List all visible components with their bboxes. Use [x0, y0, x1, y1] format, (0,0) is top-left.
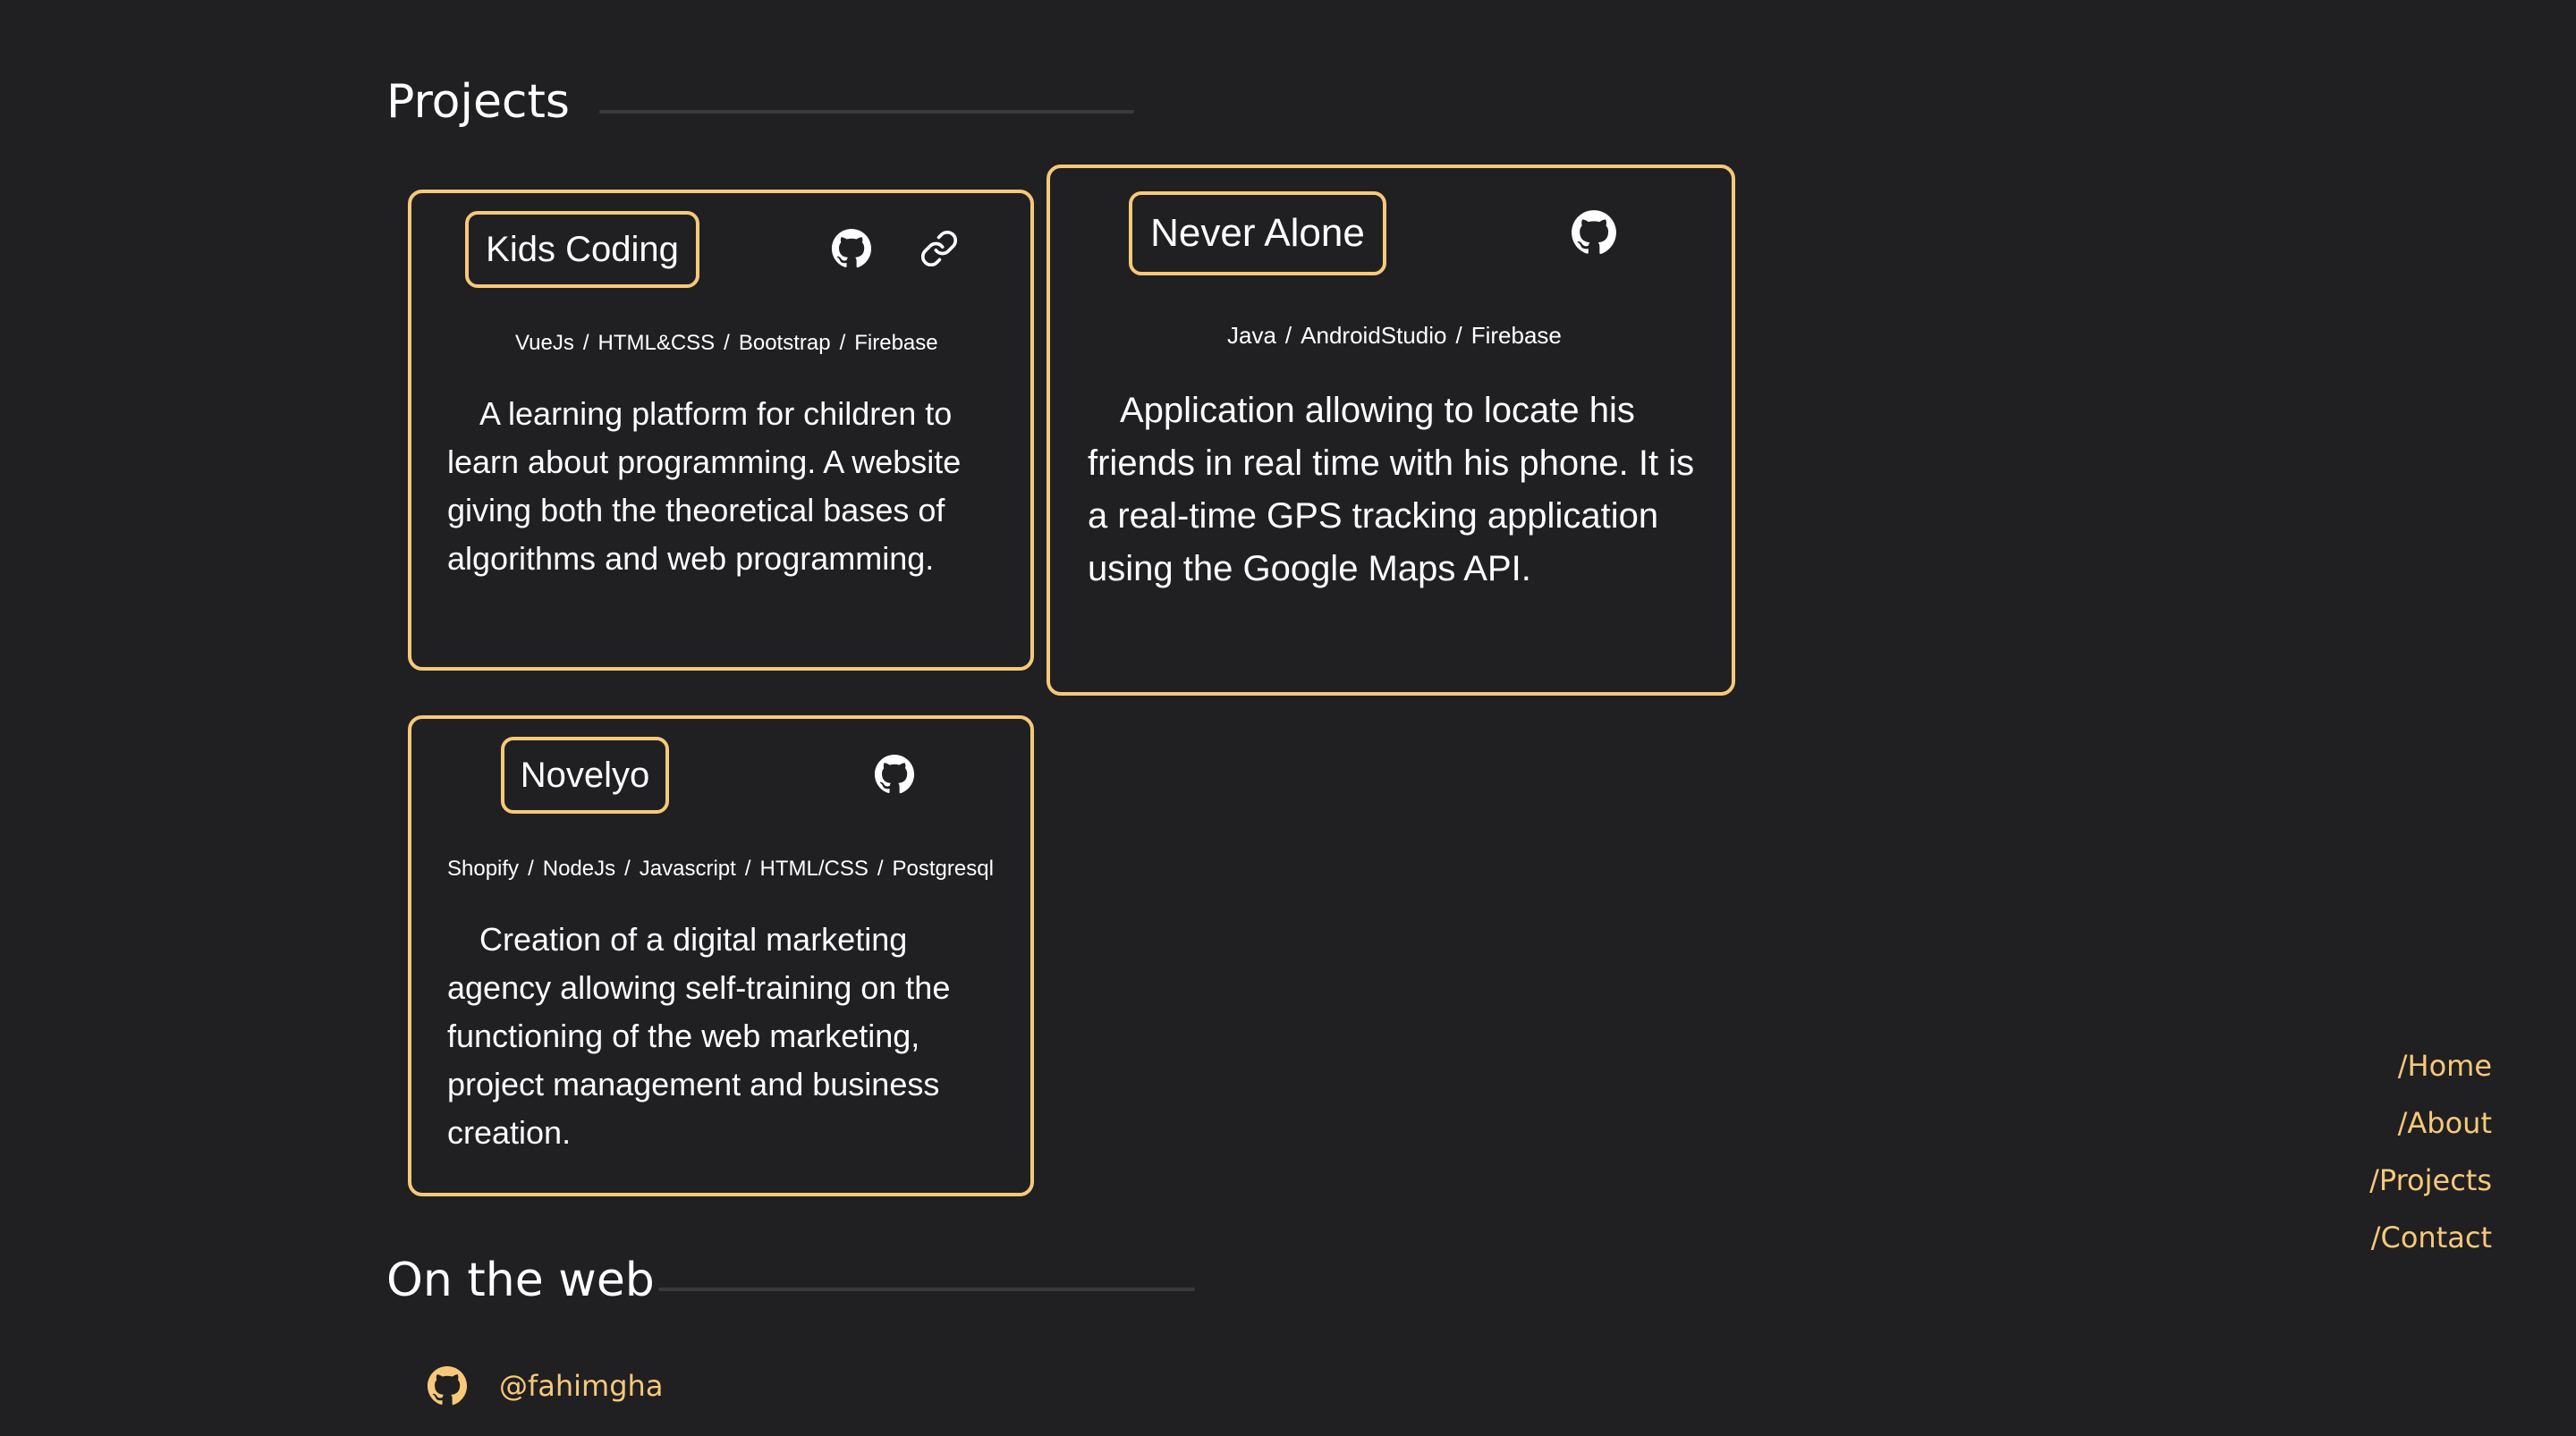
nav-link-home[interactable]: /Home [2398, 1037, 2492, 1094]
tech-separator: / [724, 331, 730, 355]
tech-tag: Shopify [447, 857, 520, 881]
tech-tag: Bootstrap [738, 331, 831, 355]
tech-separator: / [1284, 322, 1292, 349]
github-handle-link[interactable]: @fahimgha [499, 1369, 663, 1403]
project-description: A learning platform for children to lear… [447, 395, 962, 577]
nav-link-projects[interactable]: /Projects [2369, 1152, 2492, 1209]
tech-tag: AndroidStudio [1301, 322, 1447, 349]
project-title-never-alone[interactable]: Never Alone [1129, 191, 1386, 275]
project-card-never-alone: Never Alone Java / AndroidStudio / Fireb… [1046, 165, 1735, 696]
github-icon[interactable] [1569, 207, 1619, 258]
tech-tag: NodeJs [542, 857, 616, 881]
project-description: Application allowing to locate his frien… [1088, 391, 1695, 588]
github-icon[interactable] [830, 227, 873, 270]
tech-separator: / [839, 331, 846, 355]
project-card-kids-coding: Kids Coding VueJs / HTML&CSS / Bootstrap… [408, 190, 1034, 671]
tech-tag: Firebase [854, 331, 938, 355]
project-title-kids-coding[interactable]: Kids Coding [465, 211, 699, 288]
nav-link-about[interactable]: /About [2398, 1094, 2492, 1152]
tech-separator: / [744, 857, 751, 881]
tech-tag: Firebase [1470, 322, 1562, 349]
project-tech-list: Shopify / NodeJs / Javascript / HTML/CSS… [447, 857, 994, 882]
tech-separator: / [1455, 322, 1462, 349]
tech-separator: / [877, 857, 884, 881]
side-navigation: /Home /About /Projects /Contact [2369, 1037, 2492, 1266]
projects-heading: Projects [386, 75, 571, 129]
project-tech-list: Java / AndroidStudio / Firebase [1227, 322, 1562, 350]
tech-tag: Java [1227, 322, 1276, 349]
tech-separator: / [582, 331, 589, 355]
tech-tag: HTML&CSS [597, 331, 716, 355]
project-tech-list: VueJs / HTML&CSS / Bootstrap / Firebase [515, 331, 938, 356]
github-icon[interactable] [873, 753, 916, 796]
tech-separator: / [528, 857, 534, 881]
on-the-web-heading-rule [658, 1288, 1195, 1291]
projects-heading-rule [599, 110, 1134, 114]
project-description: Creation of a digital marketing agency a… [447, 921, 951, 1151]
tech-tag: VueJs [515, 331, 574, 355]
tech-tag: Javascript [639, 857, 736, 881]
tech-tag: HTML/CSS [759, 857, 869, 881]
github-icon [426, 1364, 469, 1407]
project-title-novelyo[interactable]: Novelyo [501, 737, 669, 814]
nav-link-contact[interactable]: /Contact [2371, 1209, 2492, 1266]
project-card-novelyo: Novelyo Shopify / NodeJs / Javascript / … [408, 715, 1034, 1196]
tech-separator: / [624, 857, 631, 881]
link-icon[interactable] [918, 227, 961, 270]
tech-tag: Postgresql [892, 857, 994, 881]
github-social-link[interactable]: @fahimgha [426, 1364, 663, 1407]
on-the-web-heading: On the web [386, 1254, 655, 1307]
